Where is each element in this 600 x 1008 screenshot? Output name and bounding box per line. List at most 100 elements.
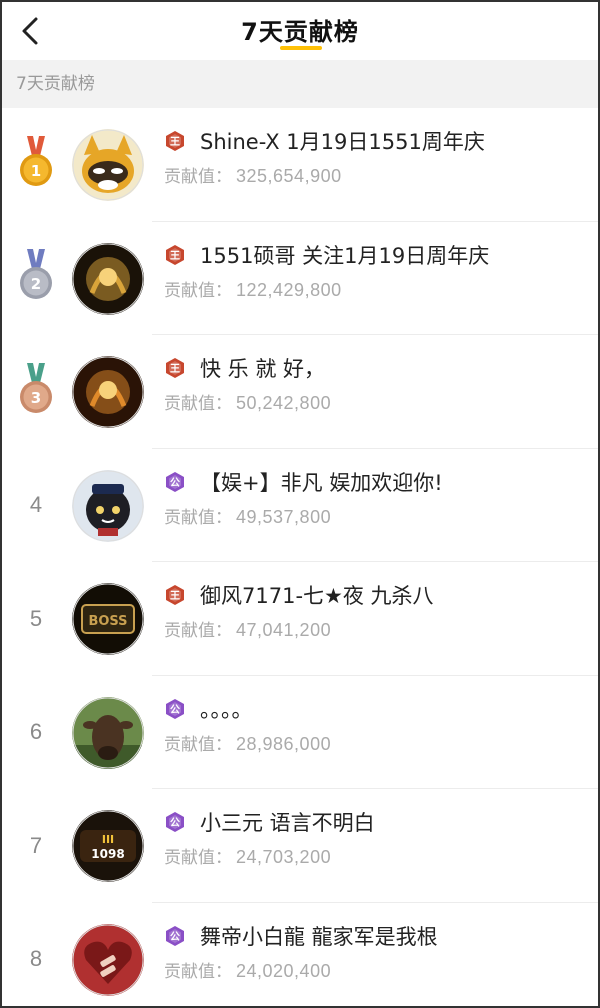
duke-badge-icon: 公 bbox=[164, 698, 186, 720]
duke-badge-icon: 公 bbox=[164, 811, 186, 833]
rank-cell: 5 bbox=[2, 562, 70, 676]
king-badge-icon: 王 bbox=[166, 358, 184, 378]
section-header: 7天贡献榜 bbox=[2, 60, 598, 108]
user-info: 王 御风7171-七★夜 九杀八 贡献值： 47,041,200 bbox=[164, 578, 590, 641]
svg-text:2: 2 bbox=[31, 275, 41, 293]
duke-badge-icon: 公 bbox=[166, 698, 184, 719]
svg-text:公: 公 bbox=[170, 817, 180, 829]
king-badge-icon: 王 bbox=[166, 585, 184, 605]
contribution-label: 贡献值： bbox=[164, 507, 232, 528]
rank-cell: 7 bbox=[2, 789, 70, 903]
contribution: 贡献值： 24,703,200 bbox=[164, 843, 590, 868]
duke-badge-icon: 公 bbox=[164, 925, 186, 947]
contribution-value: 122,429,800 bbox=[236, 279, 342, 300]
contribution-label: 贡献值： bbox=[164, 280, 232, 301]
list-item-1[interactable]: 1 王 Shine-X 1月19日1551周年庆 贡献值： 325,654,900 bbox=[2, 108, 598, 222]
list-item-3[interactable]: 3 王 快 乐 就 好， 贡献值： 50,242,800 bbox=[2, 335, 598, 449]
top-bar: 7天贡献榜 bbox=[2, 2, 598, 60]
rank-cell: 3 bbox=[2, 335, 70, 449]
ranking-list: 1 王 Shine-X 1月19日1551周年庆 贡献值： 325,654,900 bbox=[2, 108, 598, 1007]
svg-text:BOSS: BOSS bbox=[88, 614, 127, 629]
list-item-6[interactable]: 6 公 。。。。 贡献值： 28,986,000 bbox=[2, 676, 598, 790]
contribution: 贡献值： 28,986,000 bbox=[164, 730, 590, 755]
rank-number: 6 bbox=[29, 719, 43, 745]
king-badge-icon: 王 bbox=[164, 130, 186, 152]
avatar[interactable]: III 1098 bbox=[72, 810, 144, 882]
svg-text:王: 王 bbox=[170, 250, 180, 262]
contribution: 贡献值： 50,242,800 bbox=[164, 389, 590, 414]
duke-badge-icon: 公 bbox=[166, 925, 184, 946]
user-avatar-image bbox=[72, 129, 144, 201]
svg-text:1: 1 bbox=[31, 162, 41, 180]
contribution-value: 28,986,000 bbox=[236, 733, 332, 754]
svg-text:王: 王 bbox=[170, 590, 180, 602]
user-info: 王 Shine-X 1月19日1551周年庆 贡献值： 325,654,900 bbox=[164, 124, 590, 187]
avatar[interactable]: BOSS bbox=[72, 583, 144, 655]
user-info: 王 1551硕哥 关注1月19日周年庆 贡献值： 122,429,800 bbox=[164, 238, 590, 301]
user-name: 【娱+】非凡 娱加欢迎你! bbox=[200, 470, 443, 495]
user-info: 公 【娱+】非凡 娱加欢迎你! 贡献值： 49,537,800 bbox=[164, 465, 590, 528]
user-avatar-image bbox=[72, 356, 144, 428]
rank-number: 7 bbox=[29, 832, 43, 858]
svg-text:1098: 1098 bbox=[91, 847, 124, 861]
rank-number: 5 bbox=[29, 605, 43, 631]
user-name: 。。。。 bbox=[200, 697, 253, 722]
user-name: 小三元 语言不明白 bbox=[200, 811, 375, 835]
list-item-2[interactable]: 2 王 1551硕哥 关注1月19日周年庆 贡献值： 122,429,800 bbox=[2, 222, 598, 336]
rank-number: 4 bbox=[29, 492, 43, 518]
list-item-8[interactable]: 8 公 舞帝小白龍 龍家军是我根 贡献值： 24,020,400 bbox=[2, 903, 598, 1007]
user-info: 公 小三元 语言不明白 贡献值： 24,703,200 bbox=[164, 805, 590, 868]
avatar[interactable] bbox=[72, 242, 144, 315]
avatar[interactable] bbox=[72, 469, 144, 542]
avatar[interactable] bbox=[72, 696, 144, 769]
contribution: 贡献值： 24,020,400 bbox=[164, 957, 590, 982]
svg-text:公: 公 bbox=[170, 704, 180, 716]
bronze-medal-icon: 3 bbox=[17, 362, 55, 421]
page-title: 7天贡献榜 bbox=[241, 18, 359, 46]
user-name: 舞帝小白龍 龍家军是我根 bbox=[200, 924, 438, 949]
svg-text:公: 公 bbox=[170, 477, 180, 489]
silver-medal-icon: 2 bbox=[17, 249, 55, 307]
contribution-label: 贡献值： bbox=[164, 734, 232, 755]
contribution: 贡献值： 47,041,200 bbox=[164, 616, 590, 641]
leaderboard-screen: 7天贡献榜 7天贡献榜 1 王 Shine-X 1月19日1551周年庆 贡献值… bbox=[0, 0, 600, 1008]
king-badge-icon: 王 bbox=[164, 357, 186, 379]
duke-badge-icon: 公 bbox=[166, 471, 184, 492]
avatar[interactable] bbox=[72, 129, 144, 201]
contribution-value: 24,020,400 bbox=[236, 960, 332, 981]
list-item-7[interactable]: 7 III 1098 公 小三元 语言不明白 贡献值： 24,703,200 bbox=[2, 789, 598, 903]
duke-badge-icon: 公 bbox=[166, 812, 184, 832]
list-item-5[interactable]: 5 BOSS 王 御风7171-七★夜 九杀八 贡献值： 47,041,200 bbox=[2, 562, 598, 676]
user-info: 公 。。。。 贡献值： 28,986,000 bbox=[164, 692, 590, 755]
contribution-value: 50,242,800 bbox=[236, 393, 332, 413]
svg-text:公: 公 bbox=[170, 931, 180, 943]
title-underline bbox=[280, 46, 322, 50]
user-name: 御风7171-七★夜 九杀八 bbox=[200, 584, 434, 608]
user-avatar-image bbox=[72, 923, 144, 996]
avatar[interactable] bbox=[72, 356, 144, 428]
contribution-value: 24,703,200 bbox=[236, 847, 332, 867]
svg-text:王: 王 bbox=[170, 363, 180, 375]
user-info: 王 快 乐 就 好， 贡献值： 50,242,800 bbox=[164, 351, 590, 414]
king-badge-icon: 王 bbox=[164, 584, 186, 606]
rank-cell: 4 bbox=[2, 449, 70, 563]
contribution-value: 49,537,800 bbox=[236, 506, 332, 527]
gold-medal-icon: 1 bbox=[17, 135, 55, 194]
contribution-label: 贡献值： bbox=[164, 167, 232, 187]
user-info: 公 舞帝小白龍 龍家军是我根 贡献值： 24,020,400 bbox=[164, 919, 590, 982]
rank-cell: 8 bbox=[2, 903, 70, 1007]
list-item-4[interactable]: 4 公 【娱+】非凡 娱加欢迎你! 贡献值： 49,537,800 bbox=[2, 449, 598, 563]
contribution: 贡献值： 49,537,800 bbox=[164, 503, 590, 528]
user-name: Shine-X 1月19日1551周年庆 bbox=[200, 130, 485, 154]
user-avatar-image: BOSS bbox=[72, 583, 144, 655]
svg-text:王: 王 bbox=[170, 136, 180, 148]
rank-cell: 1 bbox=[2, 108, 70, 222]
contribution: 贡献值： 325,654,900 bbox=[164, 162, 590, 187]
gold-medal-icon: 1 bbox=[20, 135, 52, 186]
king-badge-icon: 王 bbox=[166, 131, 184, 151]
rank-cell: 2 bbox=[2, 222, 70, 336]
user-avatar-image: III 1098 bbox=[72, 810, 144, 882]
contribution-label: 贡献值： bbox=[164, 848, 232, 868]
avatar[interactable] bbox=[72, 923, 144, 996]
rank-cell: 6 bbox=[2, 676, 70, 790]
